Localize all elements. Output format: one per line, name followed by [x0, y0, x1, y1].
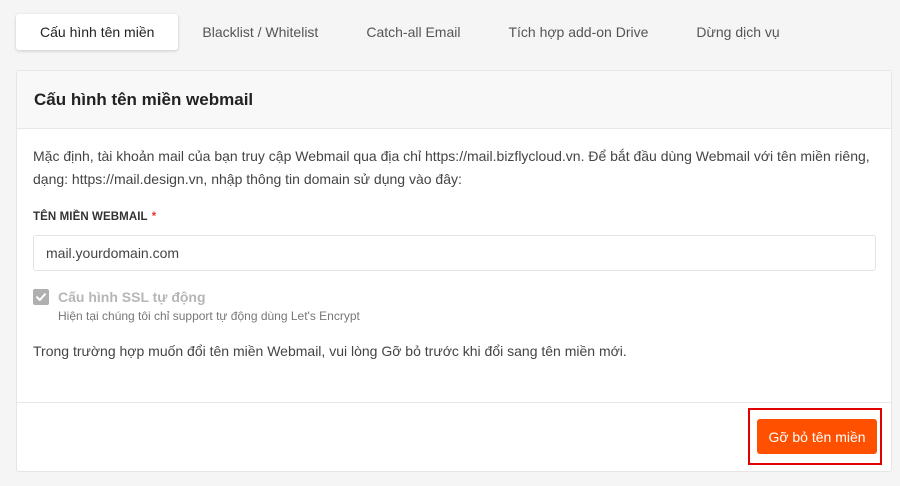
- tab-drive-addon[interactable]: Tích hợp add-on Drive: [484, 14, 672, 50]
- tab-stop-service[interactable]: Dừng dịch vụ: [672, 14, 803, 50]
- webmail-domain-label: TÊN MIỀN WEBMAIL *: [33, 211, 875, 223]
- ssl-option: Cấu hình SSL tự động: [33, 289, 875, 305]
- description-line-1: Mặc định, tài khoản mail của bạn truy cậ…: [33, 148, 870, 164]
- webmail-domain-card: Cấu hình tên miền webmail Mặc định, tài …: [16, 70, 892, 472]
- ssl-help-text: Hiện tại chúng tôi chỉ support tự động d…: [58, 309, 360, 323]
- tab-blacklist-whitelist[interactable]: Blacklist / Whitelist: [178, 14, 342, 50]
- description-line-2: dạng: https://mail.design.vn, nhập thông…: [33, 171, 462, 187]
- required-marker: *: [151, 211, 157, 223]
- tab-domain-config[interactable]: Cấu hình tên miền: [16, 14, 179, 50]
- tab-catch-all-email[interactable]: Catch-all Email: [342, 14, 484, 50]
- ssl-label: Cấu hình SSL tự động: [58, 289, 206, 305]
- remove-domain-button[interactable]: Gỡ bỏ tên miền: [757, 419, 877, 454]
- tab-bar: Cấu hình tên miền Blacklist / Whitelist …: [16, 14, 804, 50]
- card-footer: Gỡ bỏ tên miền: [17, 402, 891, 471]
- ssl-checkbox[interactable]: [33, 289, 49, 305]
- highlight-frame: Gỡ bỏ tên miền: [748, 408, 882, 465]
- card-body: Mặc định, tài khoản mail của bạn truy cậ…: [17, 129, 891, 359]
- change-domain-note: Trong trường hợp muốn đổi tên miền Webma…: [33, 343, 627, 359]
- description: Mặc định, tài khoản mail của bạn truy cậ…: [33, 145, 875, 191]
- check-icon: [36, 293, 46, 301]
- webmail-domain-input[interactable]: [33, 235, 876, 271]
- webmail-domain-label-text: TÊN MIỀN WEBMAIL: [33, 211, 148, 223]
- card-header: Cấu hình tên miền webmail: [17, 71, 891, 129]
- card-title: Cấu hình tên miền webmail: [34, 89, 254, 109]
